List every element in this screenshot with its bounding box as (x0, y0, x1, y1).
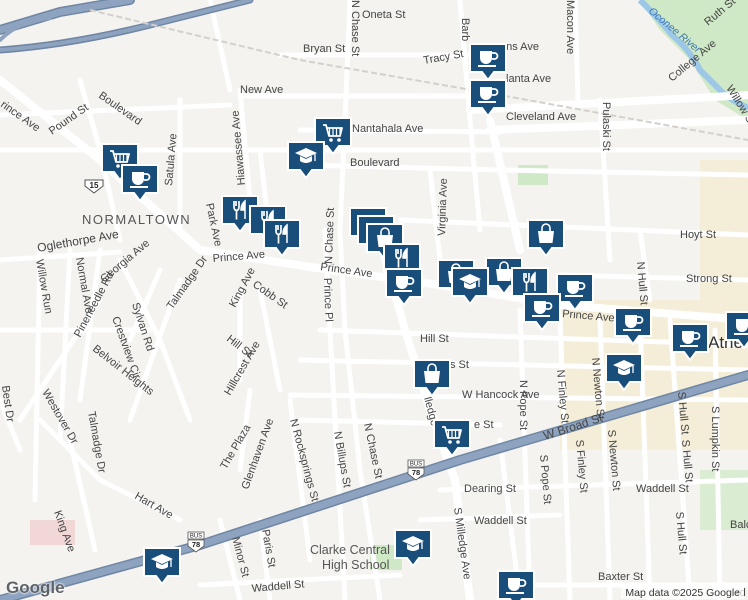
street-nantahala-ave: Nantahala Ave (352, 123, 423, 135)
street-atlanta-ave: lanta Ave (506, 73, 551, 85)
street-bryan-st: Bryan St (303, 43, 345, 55)
street-hoyt-st: Hoyt St (680, 229, 716, 241)
street-barber-st: Barb (459, 18, 471, 41)
map-canvas[interactable]: NORMALTOWN Clarke Central High School At… (0, 0, 748, 600)
street-n-chase-st-top: N Chase St (349, 0, 361, 56)
street-virginia-ave: Virginia Ave (436, 178, 450, 236)
place-normaltown: NORMALTOWN (82, 212, 191, 227)
svg-text:78: 78 (412, 468, 420, 477)
street-boulevard-east: Boulevard (350, 157, 400, 169)
street-strong-st: Strong St (686, 273, 732, 285)
coffee-pin-10[interactable] (497, 570, 535, 600)
street-oneta-st: Oneta St (362, 9, 405, 21)
map-copyright: Map data ©2025 Google (621, 587, 744, 599)
street-n-chase-st-mid: N Chase St (323, 207, 337, 264)
street-baxter-st: Baxter St (598, 571, 643, 583)
street-waddell-st-east: Waddell St (636, 483, 689, 495)
street-prince-pl: Prince Pl (321, 278, 335, 322)
street-meigs-st: s St (450, 359, 469, 371)
svg-text:BUS: BUS (190, 534, 202, 540)
street-macon-ave: Macon Ave (564, 0, 576, 54)
street-s-lumpkin-st: S Lumpkin St (709, 406, 721, 471)
street-reese-st: e St (474, 419, 494, 431)
google-logo: Google (6, 578, 65, 597)
street-balc-partial: Balc (730, 519, 748, 531)
street-pulaski-st: Pulaski St (600, 102, 612, 151)
svg-text:15: 15 (90, 181, 99, 190)
street-dearing-st: Dearing St (464, 483, 516, 495)
street-hill-st-east: Hill St (420, 333, 449, 345)
street-cleveland-ave: Cleveland Ave (506, 111, 576, 123)
street-new-ave: New Ave (240, 84, 283, 96)
svg-text:BUS: BUS (410, 462, 422, 468)
street-n-pope-st: N Pope St (517, 380, 529, 430)
svg-text:78: 78 (192, 540, 200, 549)
school-clarke-central-2: High School (322, 558, 389, 572)
school-clarke-central-1: Clarke Central (310, 543, 390, 557)
street-waddell-st-mid: Waddell St (474, 515, 527, 527)
